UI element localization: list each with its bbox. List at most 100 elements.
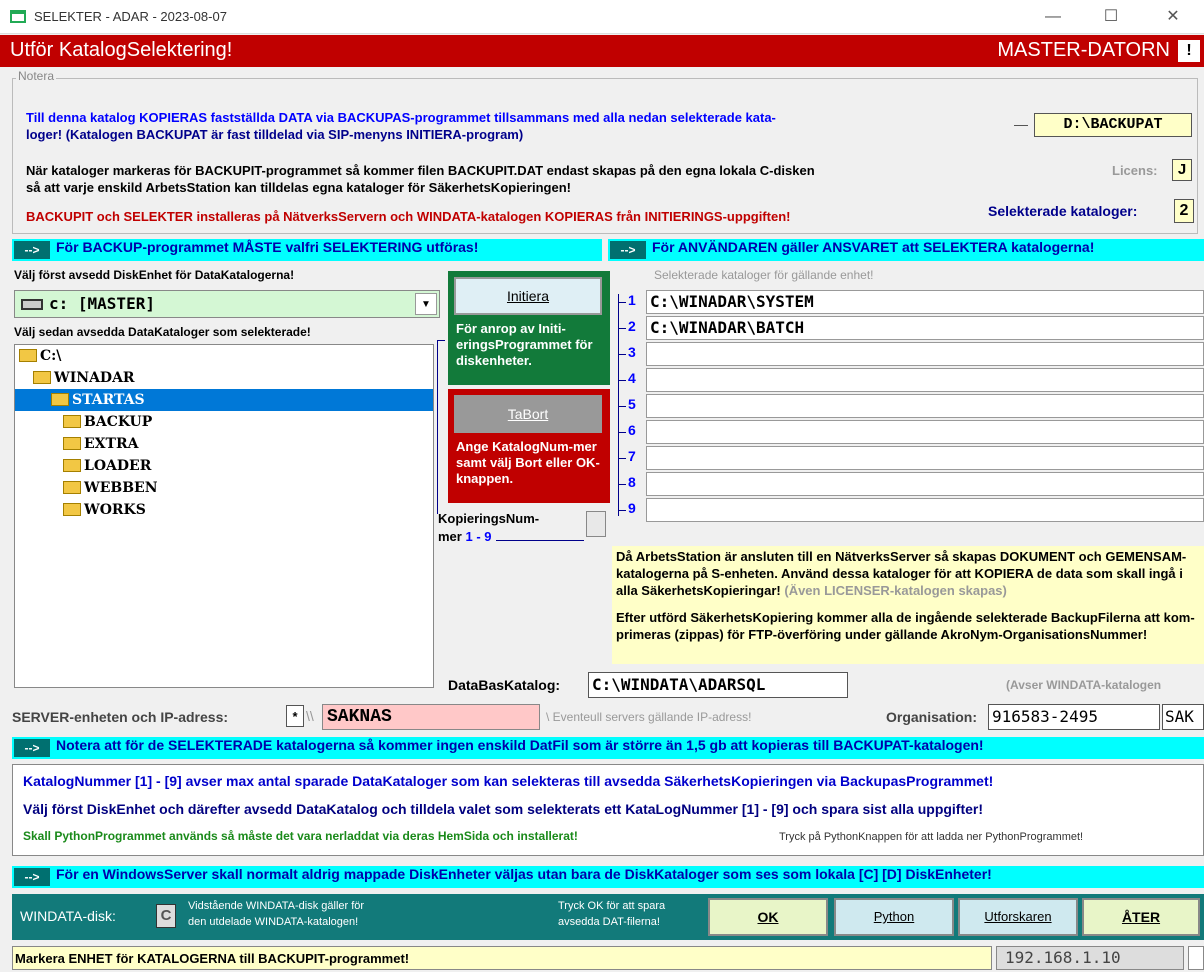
- tree-item[interactable]: WORKS: [15, 499, 433, 521]
- drive-folder-icon: [19, 349, 37, 362]
- ip-address-field: 192.168.1.10: [996, 946, 1184, 970]
- tree-item[interactable]: WINADAR: [15, 367, 433, 389]
- tree-item[interactable]: C:\: [15, 345, 433, 367]
- selected-dir-field[interactable]: [646, 342, 1204, 366]
- drive-label: Välj först avsedd DiskEnhet för DataKata…: [14, 268, 295, 282]
- kop-number-input[interactable]: [586, 511, 606, 537]
- row-number: 6: [628, 422, 636, 438]
- user-responsibility-text: För ANVÄNDAREN gäller ANSVARET att SELEK…: [652, 239, 1095, 255]
- backup-path-field[interactable]: D:\BACKUPAT: [1034, 113, 1192, 137]
- tree-item[interactable]: LOADER: [15, 455, 433, 477]
- maximize-button[interactable]: ☐: [1088, 0, 1134, 34]
- minimize-button[interactable]: —: [1030, 0, 1076, 34]
- page-title: Utför KatalogSelektering!: [10, 39, 233, 61]
- directory-tree[interactable]: C:\ WINADAR STARTAS BACKUP EXTRA LOADER …: [14, 344, 434, 688]
- selected-dir-field[interactable]: [646, 498, 1204, 522]
- explorer-button[interactable]: Utforskaren: [958, 898, 1078, 936]
- ok-tip-1: Tryck OK för att spara: [558, 900, 666, 912]
- windows-server-bar: --> För en WindowsServer skall normalt al…: [12, 866, 1204, 888]
- initiera-group: Initiera För anrop av Initi-eringsProgra…: [448, 271, 610, 385]
- notera-line2: loger! (Katalogen BACKUPAT är fast tilld…: [26, 127, 524, 142]
- info-text-5: primeras (zippas) för FTP-överföring und…: [616, 627, 1148, 642]
- tabort-description: Ange KatalogNum-mer samt välj Bort eller…: [456, 439, 600, 486]
- arrow-icon: -->: [14, 739, 50, 757]
- close-button[interactable]: ✕: [1150, 0, 1196, 34]
- user-responsibility-bar: --> För ANVÄNDAREN gäller ANSVARET att SE…: [608, 239, 1204, 261]
- selected-count-label: Selekterade kataloger:: [988, 203, 1138, 219]
- folder-icon: [33, 371, 51, 384]
- info-text-2: katalogerna på S-enheten. Använd dessa k…: [616, 566, 1183, 581]
- ok-button[interactable]: OK: [708, 898, 828, 936]
- instruction-2: Välj först DiskEnhet och därefter avsedd…: [23, 801, 984, 817]
- app-icon: [10, 10, 26, 23]
- python-button[interactable]: Python: [834, 898, 954, 936]
- row-number: 8: [628, 474, 636, 490]
- selected-dirs-label: Selekterade kataloger för gällande enhet…: [654, 268, 874, 282]
- selected-dir-field[interactable]: [646, 394, 1204, 418]
- windata-label: WINDATA-disk:: [20, 908, 116, 924]
- licens-label: Licens:: [1112, 163, 1158, 178]
- org-label: Organisation:: [886, 709, 978, 725]
- tabort-button[interactable]: TaBort: [454, 395, 602, 433]
- title-bar: SELEKTER - ADAR - 2023-08-07 — ☐ ✕: [0, 0, 1204, 34]
- db-path-field[interactable]: C:\WINDATA\ADARSQL: [588, 672, 848, 698]
- header-bar: Utför KatalogSelektering! MASTER-DATORN …: [0, 35, 1204, 67]
- initiera-button[interactable]: Initiera: [454, 277, 602, 315]
- backup-required-bar: --> För BACKUP-programmet MÅSTE valfri SE…: [12, 239, 602, 261]
- notera-line3: När kataloger markeras för BACKUPIT-prog…: [26, 163, 815, 178]
- notera-line1: Till denna katalog KOPIERAS fastställda …: [26, 110, 776, 125]
- instruction-1: KatalogNummer [1] - [9] avser max antal …: [23, 773, 994, 789]
- selected-dir-field[interactable]: C:\WINADAR\BATCH: [646, 316, 1204, 340]
- windata-disk-field[interactable]: C: [156, 904, 176, 928]
- notera-size-text: Notera att för de SELEKTERADE katalogern…: [56, 737, 984, 753]
- selected-dir-field[interactable]: [646, 420, 1204, 444]
- windata-desc-2: den utdelade WINDATA-katalogen!: [188, 916, 359, 928]
- backup-required-text: För BACKUP-programmet MÅSTE valfri SELEK…: [56, 239, 479, 255]
- status-bar: Markera ENHET för KATALOGERNA till BACKU…: [12, 946, 992, 970]
- selected-dir-field[interactable]: [646, 472, 1204, 496]
- arrow-icon: -->: [610, 241, 646, 259]
- drive-value: c: [MASTER]: [49, 294, 155, 313]
- dir-label: Välj sedan avsedda DataKataloger som sel…: [14, 325, 311, 339]
- instructions-panel: KatalogNummer [1] - [9] avser max antal …: [12, 764, 1204, 856]
- tree-item[interactable]: WEBBEN: [15, 477, 433, 499]
- tree-item[interactable]: BACKUP: [15, 411, 433, 433]
- info-text-4: Efter utförd SäkerhetsKopiering kommer a…: [616, 610, 1195, 625]
- status-extra: [1188, 946, 1204, 970]
- notera-line5: BACKUPIT och SELEKTER installeras på Nät…: [26, 209, 791, 224]
- arrow-icon: -->: [14, 868, 50, 886]
- row-number: 1: [628, 292, 636, 308]
- tree-item[interactable]: EXTRA: [15, 433, 433, 455]
- arrow-icon: -->: [14, 241, 50, 259]
- folder-open-icon: [51, 393, 69, 406]
- licens-value[interactable]: J: [1172, 159, 1192, 181]
- org-number-field[interactable]: 916583-2495: [988, 704, 1160, 730]
- drive-icon: [21, 299, 43, 310]
- server-label: SERVER-enheten och IP-adress:: [12, 709, 229, 725]
- selected-dir-field[interactable]: C:\WINADAR\SYSTEM: [646, 290, 1204, 314]
- db-label: DataBasKatalog:: [448, 677, 561, 693]
- python-hint: Tryck på PythonKnappen för att ladda ner…: [779, 831, 1084, 843]
- window-title: SELEKTER - ADAR - 2023-08-07: [34, 9, 227, 24]
- ok-tip-2: avsedda DAT-filerna!: [558, 916, 660, 928]
- tree-item-selected[interactable]: STARTAS: [15, 389, 433, 411]
- alert-badge[interactable]: !: [1178, 40, 1200, 62]
- row-number: 7: [628, 448, 636, 464]
- chevron-down-icon[interactable]: ▼: [415, 293, 437, 315]
- notera-legend: Notera: [16, 69, 57, 83]
- status-text: Markera ENHET för KATALOGERNA till BACKU…: [15, 951, 410, 966]
- server-slashes: \\: [306, 708, 314, 724]
- back-button[interactable]: ÅTER: [1082, 898, 1200, 936]
- server-star-field[interactable]: *: [286, 705, 304, 727]
- row-number: 5: [628, 396, 636, 412]
- windows-server-text: För en WindowsServer skall normalt aldri…: [56, 866, 992, 882]
- org-akronym-field[interactable]: SAK: [1162, 704, 1204, 730]
- notera-line4: så att varje enskild ArbetsStation kan t…: [26, 180, 571, 195]
- server-ip-field[interactable]: SAKNAS: [322, 704, 540, 730]
- kop-label: KopieringsNum-: [438, 511, 540, 526]
- selected-dir-field[interactable]: [646, 446, 1204, 470]
- drive-select[interactable]: c: [MASTER] ▼: [14, 290, 440, 318]
- info-text-3: alla SäkerhetsKopieringar! (Även LICENSE…: [616, 583, 1007, 598]
- selected-dir-field[interactable]: [646, 368, 1204, 392]
- server-hint: \ Eventeull servers gällande IP-adress!: [546, 710, 752, 724]
